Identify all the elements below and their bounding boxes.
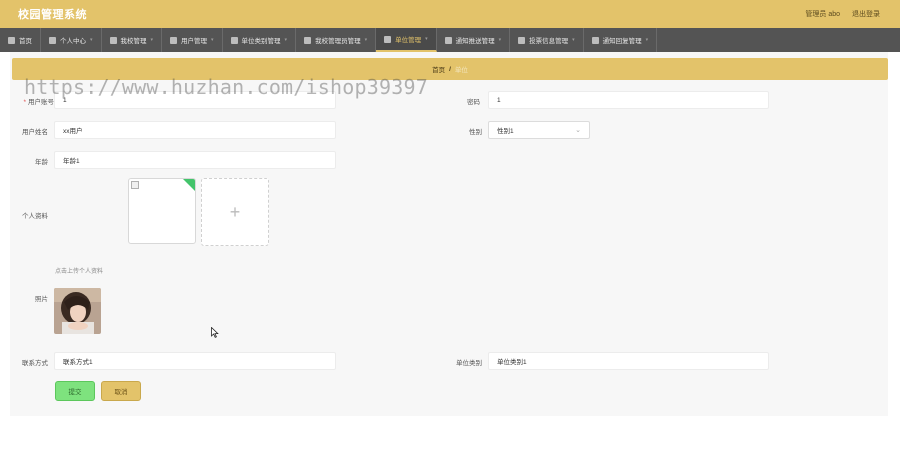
nav-item-label: 通知回复管理: [602, 38, 642, 45]
nav-item-home[interactable]: 首页: [0, 28, 41, 52]
gender-label: 性别: [469, 129, 482, 136]
nav-item-personal-center[interactable]: 个人中心 ▾: [41, 28, 102, 52]
user-name-field[interactable]: xx用户: [54, 121, 336, 139]
breadcrumb-home[interactable]: 首页: [432, 64, 445, 74]
nav-item-label: 通知推送管理: [455, 38, 495, 45]
chevron-down-icon: ⌄: [575, 127, 581, 134]
user-name-label: 用户姓名: [22, 129, 48, 136]
push-icon: [444, 36, 452, 44]
upload-add-button[interactable]: +: [201, 178, 269, 246]
unit-type-field[interactable]: 单位类别1: [488, 352, 769, 370]
gender-select[interactable]: 性别1 ⌄: [488, 121, 590, 139]
broken-image-icon: [131, 181, 139, 189]
user-label: 管理员 abo: [805, 11, 840, 18]
nav-item-notice-push-manage[interactable]: 通知推送管理 ▾: [437, 28, 511, 52]
breadcrumb-current: 单位: [454, 67, 468, 74]
admin-icon: [304, 36, 312, 44]
profile-label: 个人资料: [22, 213, 48, 220]
reply-icon: [591, 36, 599, 44]
password-field[interactable]: 1: [488, 91, 769, 109]
chevron-down-icon: ▾: [364, 37, 368, 43]
profile-file-card[interactable]: [128, 178, 196, 244]
photo-label: 照片: [35, 296, 48, 303]
chevron-down-icon: ▾: [572, 37, 575, 43]
nav-item-school-admin-manage[interactable]: 我校管理员管理 ▾: [296, 28, 377, 52]
building-icon: [384, 35, 392, 43]
nav-item-vote-manage[interactable]: 投票信息管理 ▾: [510, 28, 584, 52]
success-badge-icon: [183, 179, 195, 191]
vote-icon: [518, 36, 526, 44]
user-account-label: * 用户账号: [23, 99, 54, 106]
chevron-down-icon: ▾: [284, 37, 288, 43]
users-icon: [170, 36, 178, 44]
nav-item-label: 投票信息管理: [529, 38, 569, 45]
upload-tip: 点击上传个人资料: [55, 269, 104, 275]
nav-item-label: 我校管理: [120, 38, 147, 45]
chevron-down-icon: ▾: [211, 37, 214, 43]
nav-item-label: 用户管理: [181, 38, 208, 45]
chevron-down-icon: ▾: [498, 37, 502, 43]
nav-item-unit-manage[interactable]: 单位管理 ▾: [376, 28, 437, 52]
nav-item-school-manage[interactable]: 我校管理 ▾: [102, 28, 163, 52]
chevron-down-icon: ▾: [90, 37, 93, 43]
unit-type-label: 单位类别: [456, 360, 482, 367]
nav-item-label: 单位管理: [395, 37, 422, 44]
age-field[interactable]: 年龄1: [54, 151, 336, 169]
portrait-photo: [54, 288, 101, 334]
nav-item-label: 我校管理员管理: [315, 38, 361, 45]
breadcrumb-separator: /: [449, 65, 451, 73]
chevron-down-icon: ▾: [645, 37, 649, 43]
nav-item-unit-category-manage[interactable]: 单位类别管理 ▾: [223, 28, 297, 52]
nav-item-label: 个人中心: [60, 38, 86, 45]
contact-field[interactable]: 联系方式1: [54, 352, 336, 370]
app-title: 校园管理系统: [18, 9, 87, 21]
nav-item-notice-reply-manage[interactable]: 通知回复管理 ▾: [584, 28, 658, 52]
top-header: 校园管理系统 管理员 abo 退出登录: [0, 0, 900, 28]
nav-item-label: 首页: [19, 38, 32, 45]
gender-select-value: 性别1: [497, 128, 514, 135]
nav-item-label: 单位类别管理: [241, 38, 281, 45]
age-label: 年龄: [35, 159, 48, 166]
contact-label: 联系方式: [22, 360, 48, 367]
plus-icon: +: [229, 201, 241, 222]
user-account-field[interactable]: 1: [54, 91, 336, 109]
photo-image[interactable]: [54, 288, 101, 334]
cancel-button[interactable]: 取消: [101, 381, 141, 401]
home-icon: [8, 36, 15, 44]
submit-button[interactable]: 提交: [55, 381, 95, 401]
mouse-cursor-icon: [211, 327, 219, 338]
list-icon: [109, 36, 117, 44]
chevron-down-icon: ▾: [425, 36, 428, 42]
header-user-area: 管理员 abo 退出登录: [805, 9, 880, 19]
user-icon: [49, 36, 56, 44]
breadcrumb: 首页 / 单位: [12, 58, 888, 80]
app-root: 校园管理系统 管理员 abo 退出登录 首页 个人中心 ▾ 我校管理 ▾ 用户管…: [0, 0, 900, 450]
required-marker: *: [23, 99, 26, 106]
chevron-down-icon: ▾: [150, 37, 154, 43]
category-icon: [230, 36, 238, 44]
nav-item-user-manage[interactable]: 用户管理 ▾: [162, 28, 223, 52]
password-label: 密码: [467, 99, 480, 106]
main-nav: 首页 个人中心 ▾ 我校管理 ▾ 用户管理 ▾ 单位类别管理 ▾ 我校管理员管理…: [0, 28, 900, 52]
logout-link[interactable]: 退出登录: [852, 9, 880, 19]
